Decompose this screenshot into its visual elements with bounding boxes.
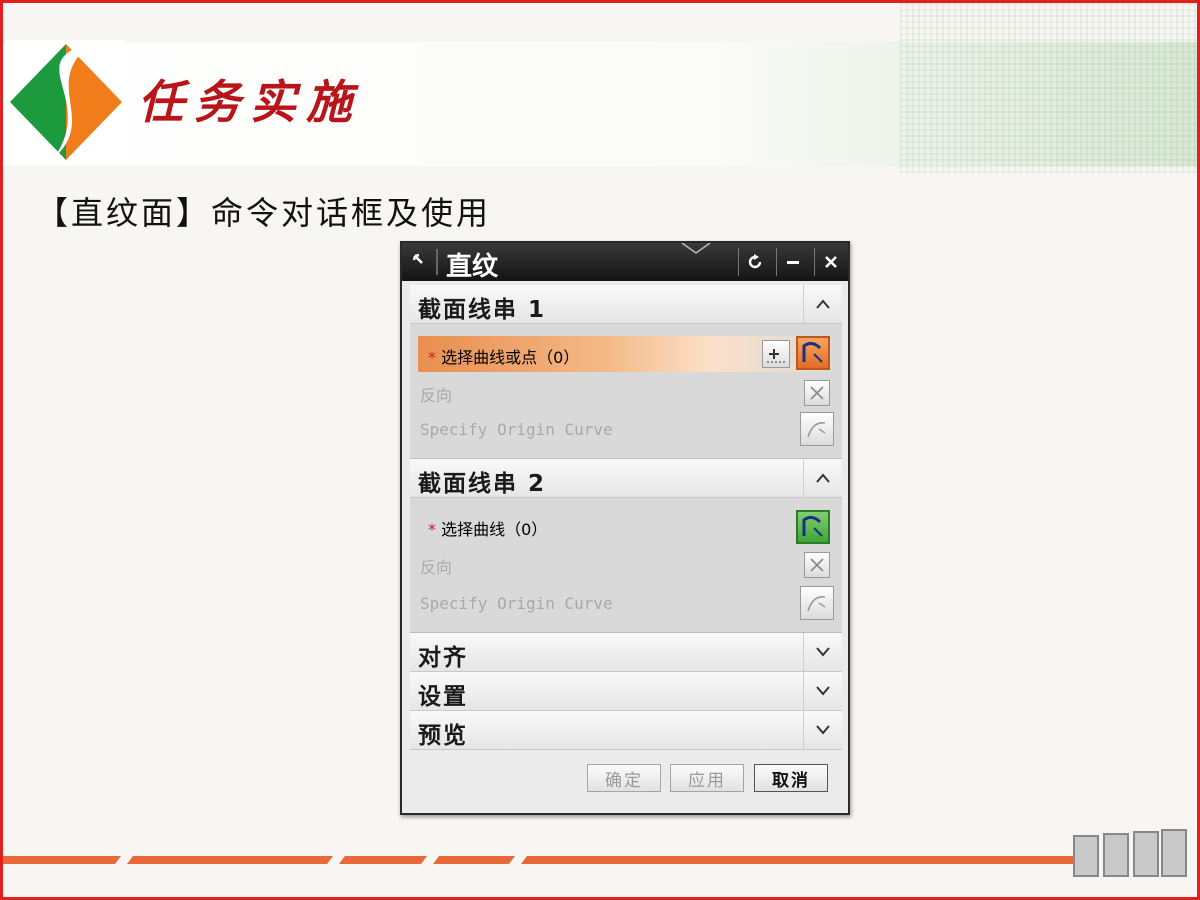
reverse-icon <box>810 558 824 572</box>
expand-button[interactable] <box>803 672 842 710</box>
close-icon <box>824 256 837 268</box>
apply-button[interactable]: 应用 <box>670 764 744 792</box>
chevron-up-icon <box>816 473 830 483</box>
header-texture <box>900 3 1197 173</box>
reverse-direction-button[interactable] <box>804 380 830 406</box>
expand-button[interactable] <box>803 633 842 671</box>
slide-title: 任务实施 <box>138 75 362 129</box>
close-button[interactable] <box>814 248 846 276</box>
reverse-label: 反向 <box>420 558 453 577</box>
section-body-string-1: * 选择曲线或点（0） 反向 Specify Origin Curve <box>410 324 842 459</box>
reverse-icon <box>810 386 824 400</box>
section-header-settings[interactable]: 设置 <box>410 672 842 711</box>
section-header-preview[interactable]: 预览 <box>410 711 842 750</box>
select-curve-button[interactable] <box>796 510 830 544</box>
expand-button[interactable] <box>803 711 842 749</box>
reverse-label: 反向 <box>420 386 453 405</box>
windows-tiles-icon <box>1073 829 1187 877</box>
ok-button[interactable]: 确定 <box>587 764 661 792</box>
section-label: 对齐 <box>418 645 468 671</box>
required-icon: * <box>428 348 436 367</box>
section-header-string-1[interactable]: 截面线串 1 <box>410 285 842 324</box>
chevron-down-icon <box>816 725 830 735</box>
chevron-down-icon <box>816 686 830 696</box>
slide-subtitle: 【直纹面】命令对话框及使用 <box>36 194 492 232</box>
required-icon: * <box>428 520 436 539</box>
select-curve-button[interactable] <box>796 336 830 370</box>
titlebar-separator <box>436 249 438 275</box>
pin-icon[interactable] <box>410 251 432 273</box>
curve-select-icon <box>802 341 823 363</box>
dialog-titlebar[interactable]: 直纹 <box>402 243 848 282</box>
ruled-surface-dialog: 直纹 截面线串 1 * 选择曲线或点（0） 反向 Specify Origin … <box>400 241 850 815</box>
titlebar-grip-icon <box>681 243 711 254</box>
cancel-button[interactable]: 取消 <box>754 764 828 792</box>
section-header-alignment[interactable]: 对齐 <box>410 633 842 672</box>
chevron-down-icon <box>816 647 830 657</box>
collapse-button[interactable] <box>803 285 842 323</box>
section-label: 预览 <box>418 723 468 749</box>
curve-select-icon <box>802 515 823 537</box>
specify-origin-curve-button[interactable] <box>800 586 834 620</box>
chevron-up-icon <box>816 299 830 309</box>
point-constructor-icon <box>767 349 785 363</box>
minimize-button[interactable] <box>776 248 808 276</box>
select-curve-label[interactable]: * 选择曲线（0） <box>428 516 547 540</box>
specify-origin-curve-button[interactable] <box>800 412 834 446</box>
reverse-direction-button[interactable] <box>804 552 830 578</box>
specify-origin-curve-label: Specify Origin Curve <box>420 594 613 613</box>
section-label: 截面线串 1 <box>418 297 547 323</box>
collapse-button[interactable] <box>803 459 842 497</box>
section-label: 截面线串 2 <box>418 471 547 497</box>
section-header-string-2[interactable]: 截面线串 2 <box>410 459 842 498</box>
specify-origin-curve-label: Specify Origin Curve <box>420 420 613 439</box>
minimize-icon <box>786 261 799 264</box>
bottom-stripes <box>3 856 1073 864</box>
origin-curve-icon <box>807 595 826 612</box>
select-curve-or-point-label[interactable]: * 选择曲线或点（0） <box>428 344 579 368</box>
reset-icon <box>748 254 761 269</box>
section-label: 设置 <box>418 684 468 710</box>
reset-button[interactable] <box>738 248 770 276</box>
point-dialog-button[interactable] <box>762 340 790 368</box>
section-body-string-2: * 选择曲线（0） 反向 Specify Origin Curve <box>410 498 842 633</box>
logo-icon <box>6 40 124 166</box>
dialog-title: 直纹 <box>446 252 499 282</box>
origin-curve-icon <box>807 421 826 438</box>
